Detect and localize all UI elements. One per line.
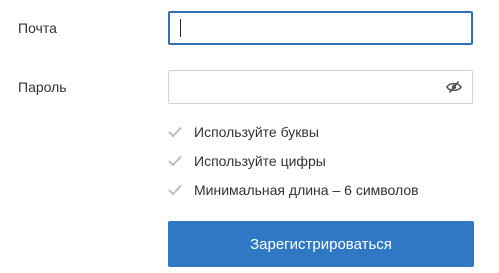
check-icon (168, 184, 182, 195)
eye-slash-icon[interactable] (446, 80, 462, 94)
password-rule-text: Используйте буквы (194, 123, 319, 140)
password-rule: Используйте буквы (168, 117, 419, 146)
text-caret (180, 19, 181, 37)
password-rule-text: Используйте цифры (194, 152, 326, 169)
password-rule-text: Минимальная длина – 6 символов (194, 181, 419, 198)
password-rule: Используйте цифры (168, 146, 419, 175)
register-button[interactable]: Зарегистрироваться (168, 221, 474, 267)
check-icon (168, 155, 182, 166)
email-field[interactable] (170, 13, 471, 43)
email-label: Почта (18, 20, 57, 36)
password-field-container[interactable] (168, 70, 473, 104)
password-rule: Минимальная длина – 6 символов (168, 175, 419, 204)
email-field-container[interactable] (168, 11, 473, 45)
check-icon (168, 126, 182, 137)
password-label: Пароль (18, 79, 67, 95)
password-rules-list: Используйте буквы Используйте цифры Мини… (168, 117, 419, 204)
password-field[interactable] (169, 71, 472, 103)
